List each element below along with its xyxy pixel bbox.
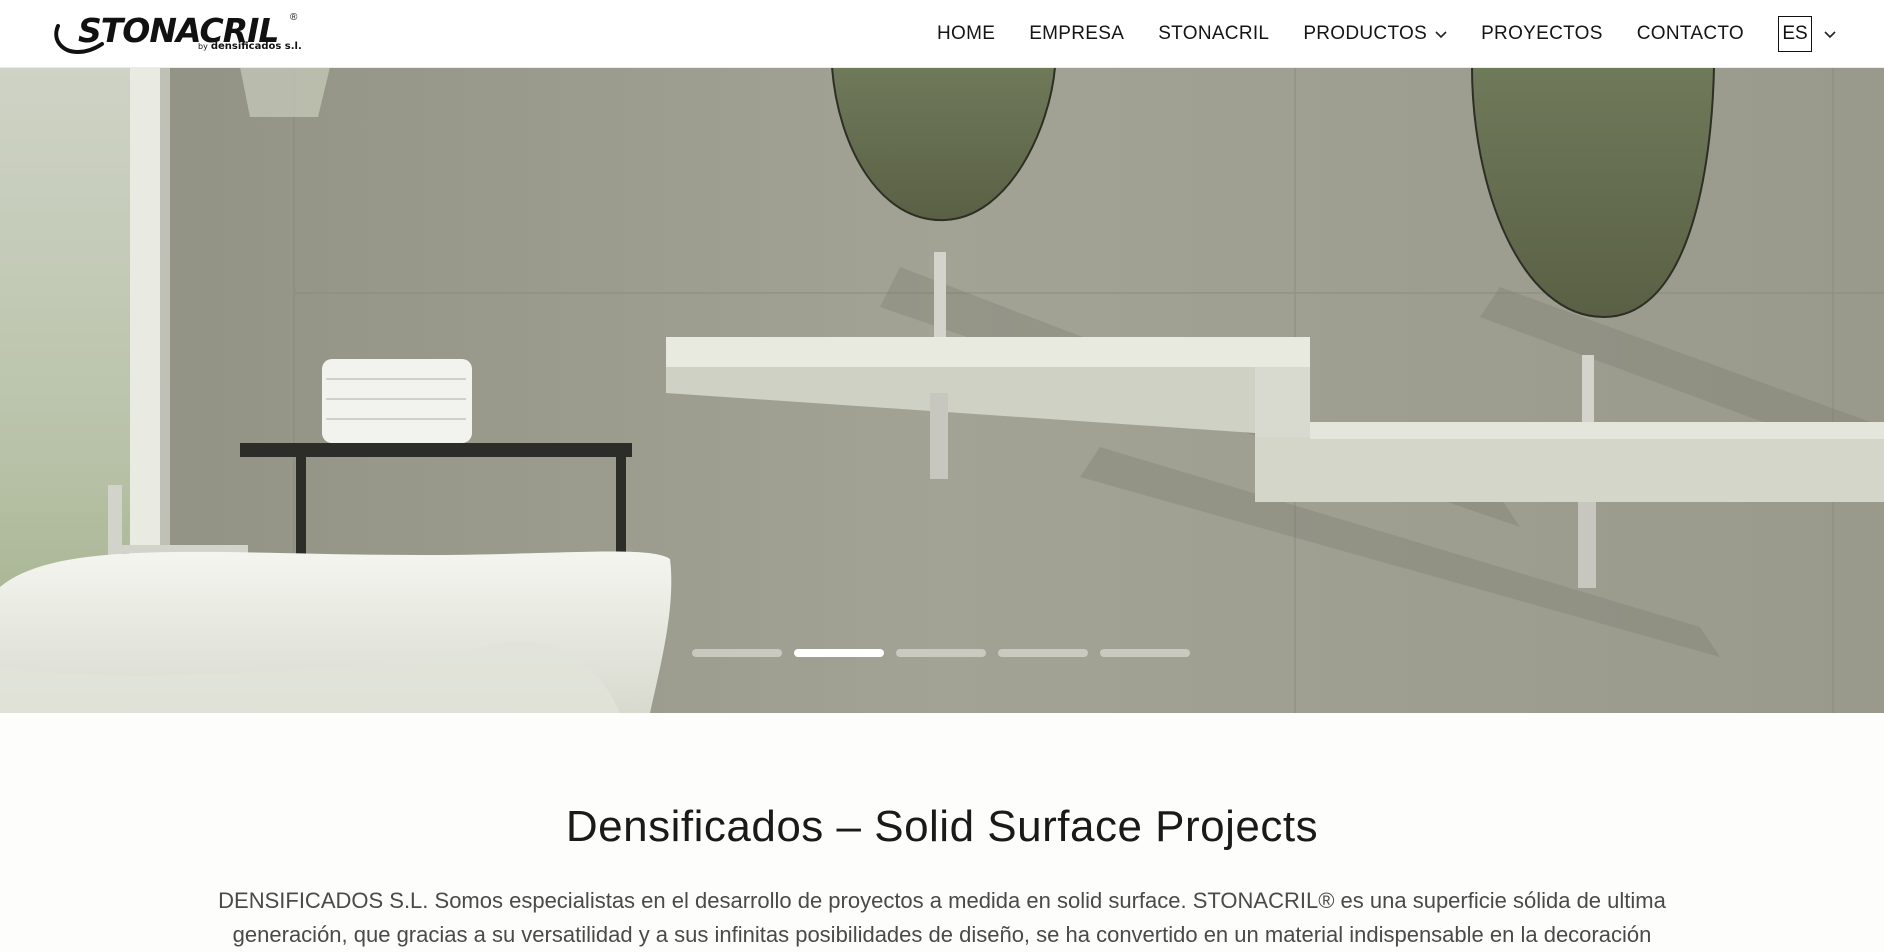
hero-slider[interactable] xyxy=(0,67,1884,713)
intro-text: DENSIFICADOS S.L. Somos especialistas en… xyxy=(218,888,1666,947)
stonacril-logo[interactable]: STONACRIL ® by densificados s.l. xyxy=(52,12,302,56)
logo-company: densificados s.l. xyxy=(210,41,302,52)
hero-bathroom-image xyxy=(0,67,1884,713)
nav-contacto[interactable]: CONTACTO xyxy=(1637,23,1744,45)
intro-title: Densificados – Solid Surface Projects xyxy=(565,802,1319,851)
slider-dot[interactable] xyxy=(896,649,986,657)
chevron-down-icon xyxy=(1435,30,1447,38)
nav-home[interactable]: HOME xyxy=(937,23,995,45)
main-nav: HOME EMPRESA STONACRIL PRODUCTOS PROYECT… xyxy=(937,0,1884,67)
logo-by: by xyxy=(198,42,208,51)
slider-dot[interactable] xyxy=(998,649,1088,657)
chevron-down-icon xyxy=(1824,30,1836,38)
language-current: ES xyxy=(1778,15,1812,52)
site-header: STONACRIL ® by densificados s.l. HOME EMP… xyxy=(0,0,1884,68)
slider-dot-active[interactable] xyxy=(794,649,884,657)
logo-registered-mark: ® xyxy=(290,12,298,23)
nav-productos[interactable]: PRODUCTOS xyxy=(1303,23,1447,45)
language-selector[interactable]: ES xyxy=(1778,15,1836,52)
logo-subtitle: by densificados s.l. xyxy=(198,41,302,52)
slider-pagination xyxy=(692,649,1190,657)
nav-proyectos[interactable]: PROYECTOS xyxy=(1481,23,1603,45)
slider-dot[interactable] xyxy=(692,649,782,657)
slider-dot[interactable] xyxy=(1100,649,1190,657)
nav-empresa[interactable]: EMPRESA xyxy=(1029,23,1124,45)
nav-productos-label: PRODUCTOS xyxy=(1303,22,1428,44)
nav-stonacril[interactable]: STONACRIL xyxy=(1158,23,1269,45)
